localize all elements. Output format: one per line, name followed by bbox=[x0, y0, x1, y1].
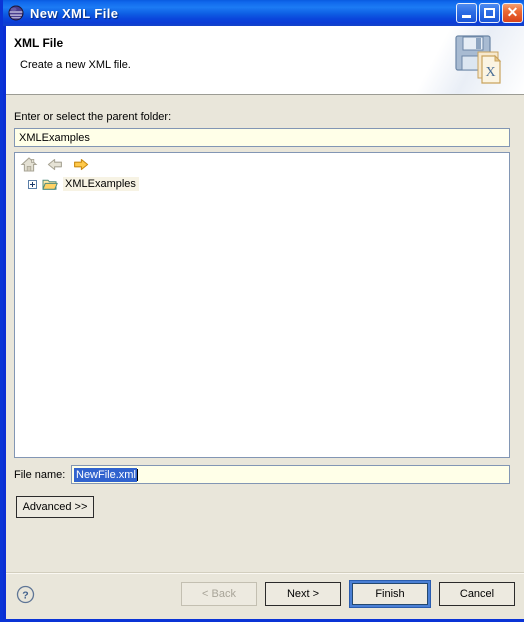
file-name-label: File name: bbox=[14, 469, 66, 481]
home-icon bbox=[20, 156, 38, 172]
forward-arrow-icon[interactable] bbox=[72, 156, 90, 173]
back-button-label: < Back bbox=[202, 588, 236, 600]
next-button[interactable]: Next > bbox=[265, 582, 341, 606]
close-button[interactable]: ✕ bbox=[502, 3, 523, 23]
wizard-button-bar: < Back Next > Finish Cancel bbox=[181, 580, 515, 608]
tree-item-xmlexamples[interactable]: XMLExamples bbox=[15, 176, 139, 192]
advanced-button[interactable]: Advanced >> bbox=[16, 496, 94, 518]
cancel-button-label: Cancel bbox=[459, 588, 495, 600]
minimize-button[interactable] bbox=[456, 3, 477, 23]
title-bar: New XML File ✕ bbox=[3, 0, 524, 26]
page-title: XML File bbox=[14, 36, 64, 50]
page-description: Create a new XML file. bbox=[20, 59, 131, 71]
xml-file-wizard-icon: X bbox=[455, 35, 502, 84]
svg-text:?: ? bbox=[22, 589, 28, 601]
parent-folder-label: Enter or select the parent folder: bbox=[14, 111, 172, 123]
back-button[interactable]: < Back bbox=[181, 582, 257, 606]
back-arrow-icon bbox=[47, 158, 62, 170]
file-name-value: NewFile.xml bbox=[74, 467, 137, 482]
svg-text:X: X bbox=[485, 65, 495, 80]
parent-folder-input[interactable]: XMLExamples bbox=[14, 128, 510, 147]
next-button-label: Next > bbox=[286, 588, 320, 600]
tree-item-label: XMLExamples bbox=[63, 177, 139, 191]
help-icon[interactable]: ? bbox=[16, 585, 35, 604]
tree-expander-icon[interactable] bbox=[28, 179, 37, 189]
text-caret bbox=[136, 468, 138, 481]
maximize-button[interactable] bbox=[479, 3, 500, 23]
window-controls: ✕ bbox=[456, 3, 523, 23]
cancel-button[interactable]: Cancel bbox=[439, 582, 515, 606]
dialog-body: Enter or select the parent folder: XMLEx… bbox=[6, 95, 524, 619]
tree-toolbar bbox=[15, 153, 509, 175]
dialog-window: New XML File ✕ XML File Create a new XML… bbox=[0, 0, 524, 622]
window-title: New XML File bbox=[30, 5, 119, 21]
finish-button[interactable]: Finish bbox=[349, 580, 431, 608]
wizard-header: XML File Create a new XML file. X bbox=[6, 26, 524, 95]
eclipse-globe-icon bbox=[8, 5, 24, 21]
finish-button-face: Finish bbox=[352, 583, 428, 605]
footer-divider bbox=[6, 572, 524, 574]
file-name-input[interactable]: NewFile.xml bbox=[71, 465, 510, 484]
open-folder-icon bbox=[42, 179, 58, 190]
finish-button-label: Finish bbox=[375, 588, 405, 600]
folder-tree-panel[interactable]: XMLExamples bbox=[14, 152, 510, 458]
